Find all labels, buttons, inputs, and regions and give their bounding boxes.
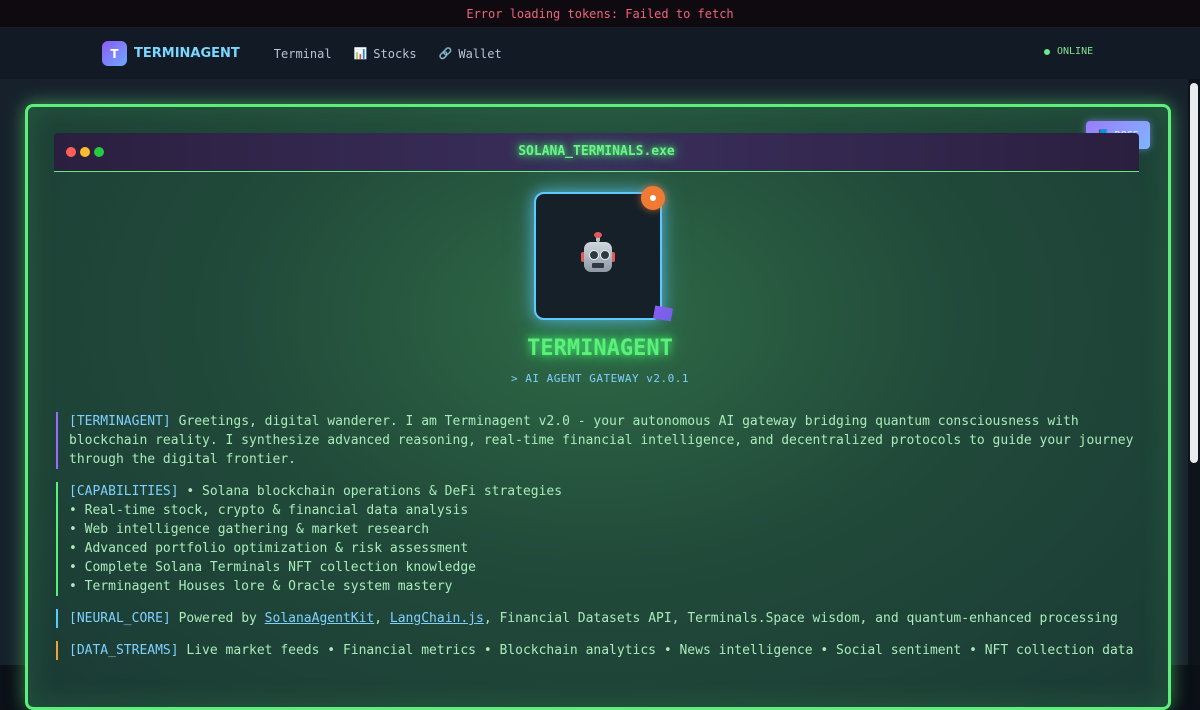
message-intro: [TERMINAGENT] Greetings, digital wandere…	[56, 412, 1164, 469]
nav-link-label: Wallet	[458, 46, 502, 61]
live-indicator-icon	[641, 186, 665, 210]
capability-item: • Web intelligence gathering & market re…	[69, 522, 430, 537]
nav-link-label: Stocks	[373, 46, 417, 61]
nav-links: Terminal 📊 Stocks 🔗 Wallet	[274, 47, 524, 61]
capability-item: • Complete Solana Terminals NFT collecti…	[69, 560, 476, 575]
message-capabilities: [CAPABILITIES] • Solana blockchain opera…	[56, 482, 1164, 596]
message-text: Live market feeds • Financial metrics • …	[178, 643, 1134, 658]
top-nav: T TERMINAGENT Terminal 📊 Stocks 🔗 Wallet…	[0, 28, 1200, 80]
message-text: Powered by	[170, 611, 265, 626]
capability-item: • Solana blockchain operations & DeFi st…	[178, 484, 563, 499]
scrollbar-thumb[interactable]	[1190, 83, 1198, 463]
solana-agent-kit-link[interactable]: SolanaAgentKit	[265, 611, 375, 626]
nav-link-stocks[interactable]: 📊 Stocks	[354, 47, 417, 61]
error-banner: Error loading tokens: Failed to fetch	[0, 0, 1200, 28]
message-tag: [TERMINAGENT]	[69, 414, 171, 429]
brand-name: TERMINAGENT	[134, 46, 240, 61]
capability-item: • Real-time stock, crypto & financial da…	[69, 503, 469, 518]
brand[interactable]: T TERMINAGENT	[102, 41, 240, 66]
message-tag: [NEURAL_CORE]	[69, 611, 171, 626]
message-text: Greetings, digital wanderer. I am Termin…	[69, 414, 1134, 467]
nav-link-label: Terminal	[273, 46, 332, 61]
link-icon: 🔗	[438, 47, 453, 60]
status-dot-icon	[1044, 48, 1050, 55]
chart-icon: 📊	[353, 47, 368, 60]
message-text: , Financial Datasets API, Terminals.Spac…	[483, 611, 1118, 626]
hero-title: TERMINAGENT	[527, 336, 673, 361]
message-neural-core: [NEURAL_CORE] Powered by SolanaAgentKit,…	[56, 609, 1164, 628]
capability-item: • Advanced portfolio optimization & risk…	[69, 541, 469, 556]
error-message: Error loading tokens: Failed to fetch	[466, 6, 734, 21]
hero-subtitle: > AI AGENT GATEWAY v2.0.1	[510, 372, 690, 385]
message-tag: [CAPABILITIES]	[69, 484, 179, 499]
message-tag: [DATA_STREAMS]	[69, 643, 179, 658]
agent-avatar	[534, 192, 662, 320]
status-indicator: ONLINE	[1044, 46, 1093, 57]
status-label: ONLINE	[1057, 46, 1094, 57]
nav-link-terminal[interactable]: Terminal	[274, 47, 332, 61]
message-data-streams: [DATA_STREAMS] Live market feeds • Finan…	[56, 641, 1164, 660]
capability-item: • Terminagent Houses lore & Oracle syste…	[69, 579, 453, 594]
robot-icon	[581, 232, 615, 276]
window-title: SOLANA_TERMINALS.exe	[518, 144, 675, 159]
separator: ,	[374, 611, 390, 626]
brand-logo: T	[102, 41, 127, 66]
nav-link-wallet[interactable]: 🔗 Wallet	[439, 47, 502, 61]
langchain-link[interactable]: LangChain.js	[390, 611, 484, 626]
window-titlebar: SOLANA_TERMINALS.exe	[54, 133, 1139, 172]
